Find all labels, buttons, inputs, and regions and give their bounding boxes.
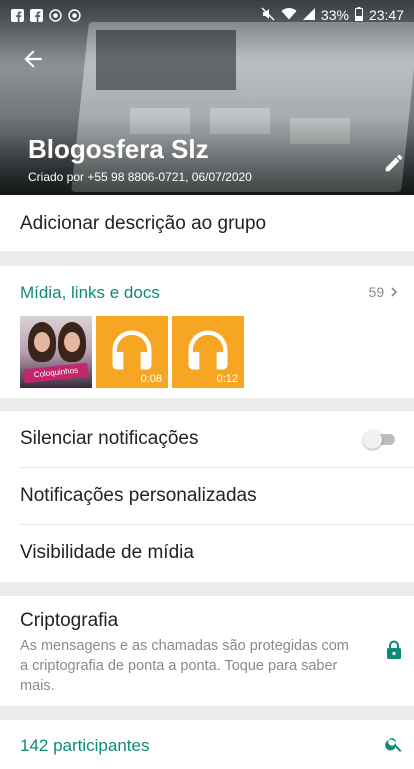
media-count-value: 59 <box>368 284 385 300</box>
photo-person-face <box>34 332 50 352</box>
media-visibility-label: Visibilidade de mídia <box>20 542 194 563</box>
media-count[interactable]: 59 <box>369 284 398 300</box>
battery-level: 33% <box>320 7 349 23</box>
mute-notifications-row[interactable]: Silenciar notificações <box>0 411 414 468</box>
participants-count: 142 participantes <box>20 736 150 755</box>
search-icon <box>385 738 402 752</box>
lock-icon <box>386 640 402 660</box>
photo-person-face <box>64 332 80 352</box>
notification-settings: Silenciar notificações Notificações pers… <box>0 411 414 582</box>
audio-duration: 0:12 <box>216 373 238 385</box>
add-description-row[interactable]: Adicionar descrição ao grupo <box>0 195 414 251</box>
encryption-description: As mensagens e as chamadas são protegida… <box>20 638 349 694</box>
custom-notifications-label: Notificações personalizadas <box>20 485 257 506</box>
facebook-icon <box>29 8 43 22</box>
mute-notifications-label: Silenciar notificações <box>20 428 199 449</box>
media-thumbnail-audio[interactable]: 0:08 <box>96 316 168 388</box>
encryption-title: Criptografia <box>20 610 119 631</box>
encryption-row[interactable]: Criptografia As mensagens e as chamadas … <box>0 596 414 706</box>
custom-notifications-row[interactable]: Notificações personalizadas <box>0 468 414 525</box>
media-thumbnail-audio[interactable]: 0:12 <box>172 316 244 388</box>
pencil-icon <box>385 154 403 172</box>
add-description-label: Adicionar descrição ao grupo <box>20 213 267 234</box>
status-bar: 33% 23:47 <box>0 0 414 30</box>
media-section-title[interactable]: Mídia, links e docs <box>20 283 160 303</box>
media-thumbnail-photo[interactable]: Coloquinhos <box>20 316 92 388</box>
group-header: 33% 23:47 Blogosfera Slz Criado por +55 … <box>0 0 414 195</box>
wifi-icon <box>281 7 297 23</box>
chevron-right-icon <box>391 287 398 297</box>
arrow-left-icon <box>24 50 42 68</box>
mute-icon <box>261 7 275 24</box>
headphones-icon <box>112 330 152 370</box>
back-button[interactable] <box>20 46 46 72</box>
record-icon <box>67 8 81 22</box>
clock: 23:47 <box>368 7 404 23</box>
photo-banner: Coloquinhos <box>23 362 89 384</box>
participants-header: 142 participantes <box>0 720 414 769</box>
record-icon <box>48 8 62 22</box>
facebook-icon <box>10 8 24 22</box>
group-created-info: Criado por +55 98 8806-0721, 06/07/2020 <box>28 170 252 184</box>
headphones-icon <box>188 330 228 370</box>
battery-icon <box>354 6 363 24</box>
media-visibility-row[interactable]: Visibilidade de mídia <box>0 525 414 582</box>
signal-icon <box>302 7 315 23</box>
edit-group-button[interactable] <box>383 152 405 174</box>
mute-notifications-toggle[interactable] <box>363 430 395 449</box>
status-bar-system: 33% 23:47 <box>261 6 404 24</box>
audio-duration: 0:08 <box>140 373 162 385</box>
status-bar-notifications <box>10 8 81 22</box>
group-title: Blogosfera Slz <box>28 134 209 164</box>
media-section: Mídia, links e docs 59 Coloquinhos 0:08 … <box>0 266 414 398</box>
toggle-knob <box>363 430 382 449</box>
search-participants-button[interactable] <box>384 734 404 754</box>
